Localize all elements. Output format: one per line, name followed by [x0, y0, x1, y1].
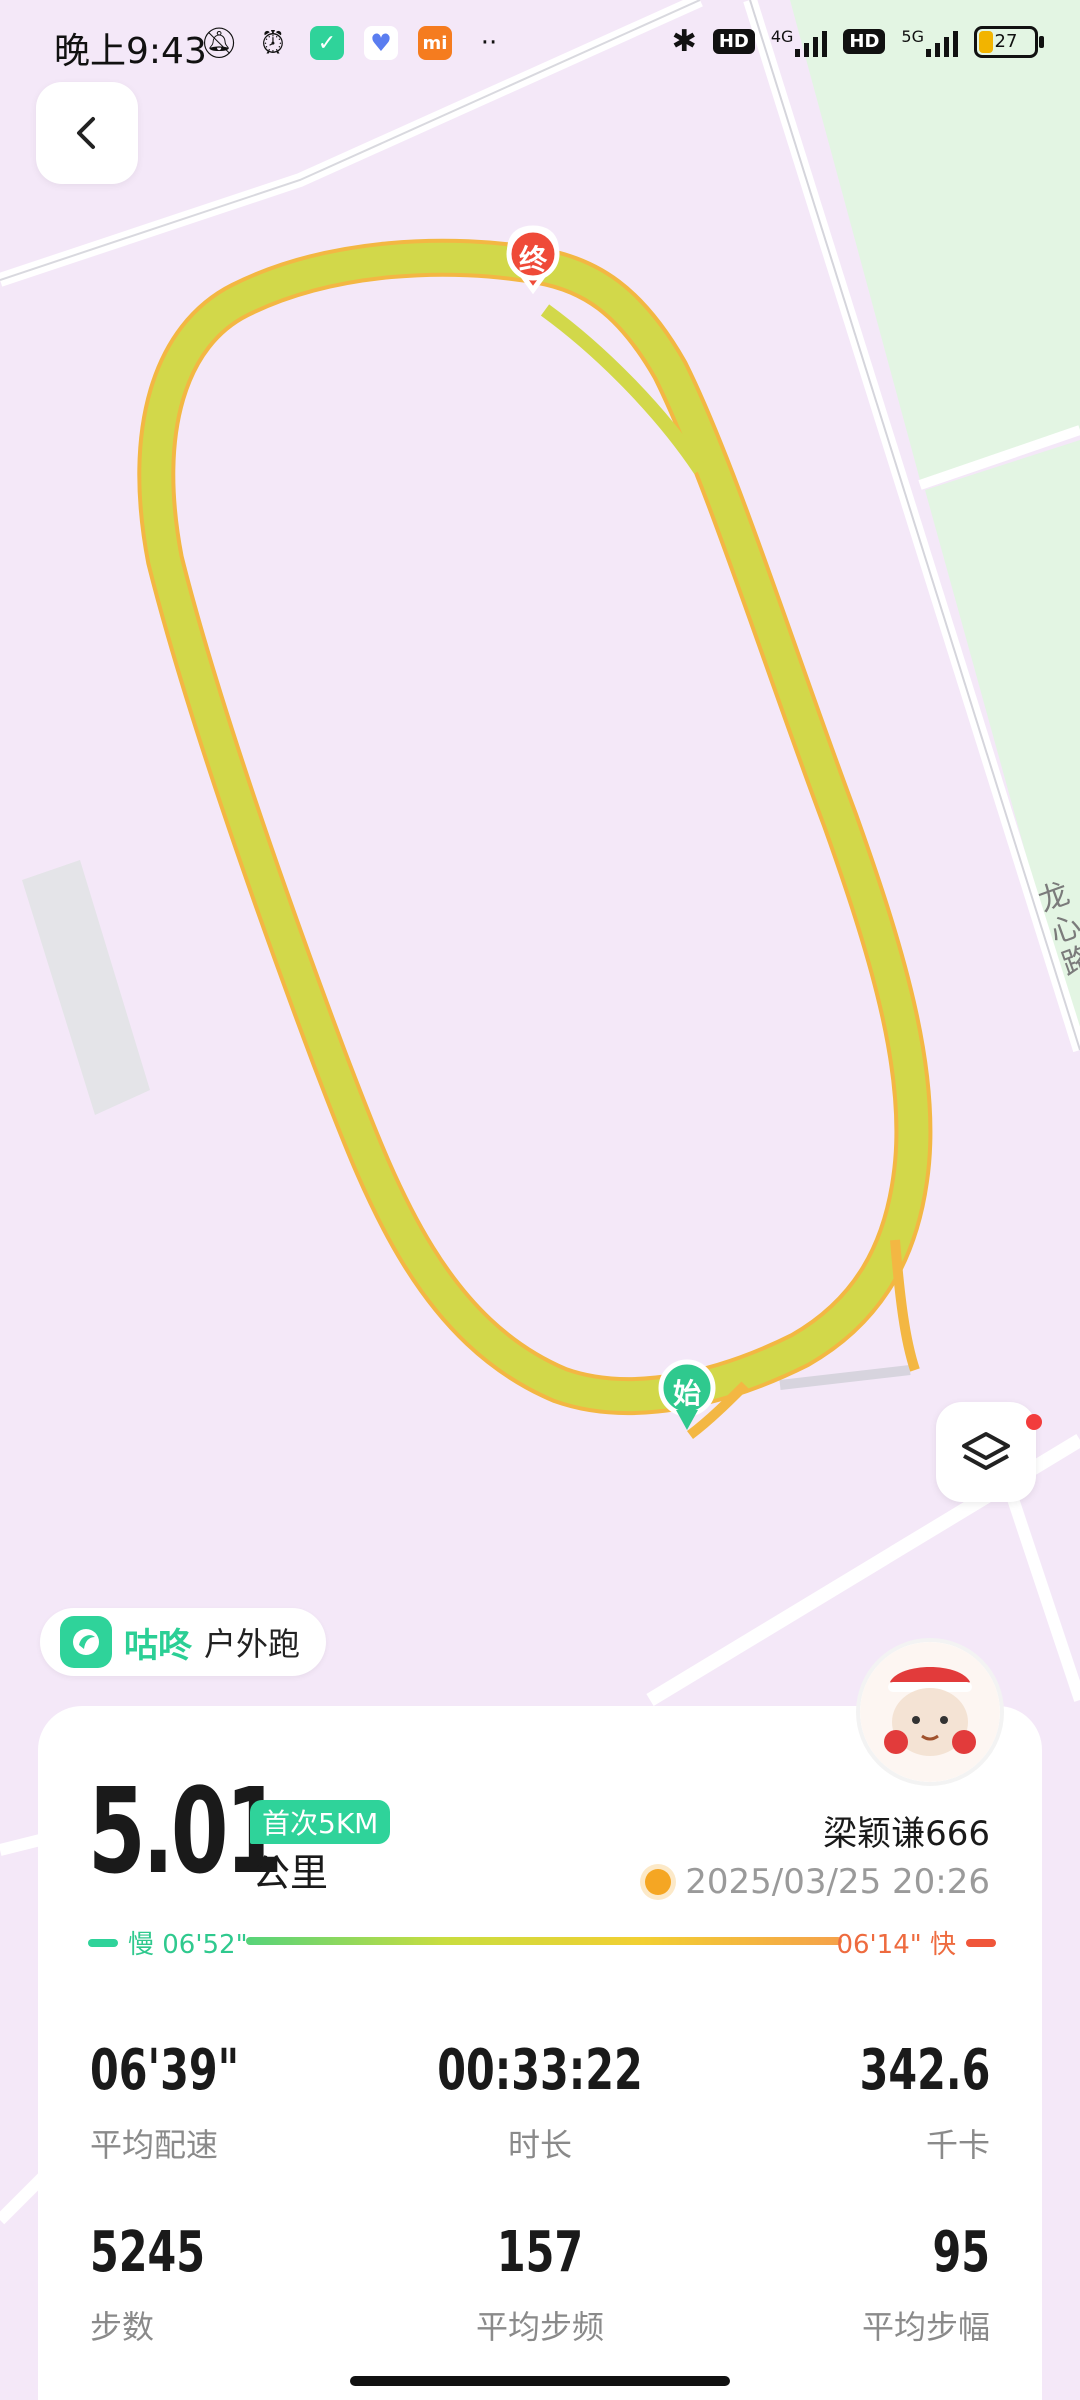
network-4g-label: 4G — [770, 26, 794, 46]
stat-calories: 342.6 千卡 — [831, 2040, 990, 2166]
fast-pace-label: 06'14" 快 — [836, 1930, 956, 1960]
chevron-left-icon — [77, 117, 95, 149]
run-datetime: 2025/03/25 20:26 — [645, 1862, 990, 1902]
stat-value: 06'39" — [90, 2038, 240, 2103]
end-marker-label: 终 — [518, 243, 547, 276]
fast-pace-segment — [966, 1938, 996, 1947]
avatar[interactable] — [856, 1638, 1004, 1786]
user-name: 梁颖谦666 — [823, 1814, 990, 1854]
signal-bars-2-icon — [926, 27, 958, 57]
stat-label: 千卡 — [925, 2125, 990, 2164]
start-marker-label: 始 — [672, 1377, 701, 1410]
activity-type: 户外跑 — [204, 1625, 301, 1663]
more-dots-icon: ·· — [480, 28, 498, 58]
stat-value: 157 — [496, 2220, 584, 2285]
home-indicator[interactable] — [350, 2376, 730, 2386]
stat-value: 95 — [932, 2220, 990, 2285]
battery-icon: 27 — [974, 25, 1044, 58]
bluetooth-icon: ✱ — [671, 24, 697, 59]
mi-app-icon: mi — [418, 26, 452, 60]
status-bar: 晚上9:43 🔕︎ ⏰︎ ✓ ♥ mi ·· ✱ HD 4G HD 5G 27 — [0, 0, 1080, 100]
stat-label: 步数 — [90, 2307, 155, 2346]
stat-cadence: 157 平均步频 — [340, 2222, 740, 2348]
alarm-icon: ⏰︎ — [261, 25, 285, 61]
slow-pace-label: 慢 06'52" — [128, 1930, 248, 1960]
stat-steps: 5245 步数 — [90, 2222, 230, 2348]
stat-value: 342.6 — [859, 2038, 990, 2103]
stat-value: 00:33:22 — [437, 2038, 643, 2103]
health-app-icon: ♥ — [364, 26, 398, 60]
slow-pace-segment — [88, 1938, 118, 1947]
back-button[interactable] — [36, 82, 138, 184]
stat-label: 时长 — [507, 2125, 572, 2164]
stat-label: 平均步幅 — [861, 2307, 990, 2346]
pace-scale: 慢 06'52" 06'14" 快 — [88, 1924, 996, 1960]
gudong-logo-icon — [60, 1616, 112, 1668]
sun-icon — [645, 1869, 672, 1895]
network-5g-label: 5G — [901, 26, 924, 46]
notification-dot — [1026, 1414, 1042, 1430]
battery-level: 27 — [994, 31, 1018, 52]
stat-value: 5245 — [90, 2220, 205, 2285]
bell-off-icon: 🔕︎ — [199, 25, 239, 61]
hd-badge-1: HD — [712, 29, 755, 54]
map-layers-button[interactable] — [936, 1402, 1036, 1502]
stat-label: 平均配速 — [90, 2125, 219, 2164]
status-time: 晚上9:43 — [54, 31, 207, 72]
brand-name: 咕咚 — [124, 1625, 192, 1666]
stat-duration: 00:33:22 时长 — [340, 2040, 740, 2166]
distance-unit: 公里 — [252, 1851, 329, 1895]
layers-icon — [962, 1432, 1010, 1470]
brand-tag: 咕咚 户外跑 — [40, 1608, 327, 1676]
pace-gradient-bar — [246, 1937, 842, 1945]
stat-stride: 95 平均步幅 — [862, 2222, 990, 2348]
hd-badge-2: HD — [843, 29, 886, 54]
stat-label: 平均步频 — [475, 2307, 604, 2346]
signal-bars-1-icon — [795, 27, 828, 57]
run-datetime-text: 2025/03/25 20:26 — [685, 1862, 990, 1902]
stat-avg-pace: 06'39" 平均配速 — [90, 2040, 272, 2166]
gudong-app-icon: ✓ — [310, 26, 344, 60]
achievement-badge: 首次5KM — [250, 1800, 391, 1844]
